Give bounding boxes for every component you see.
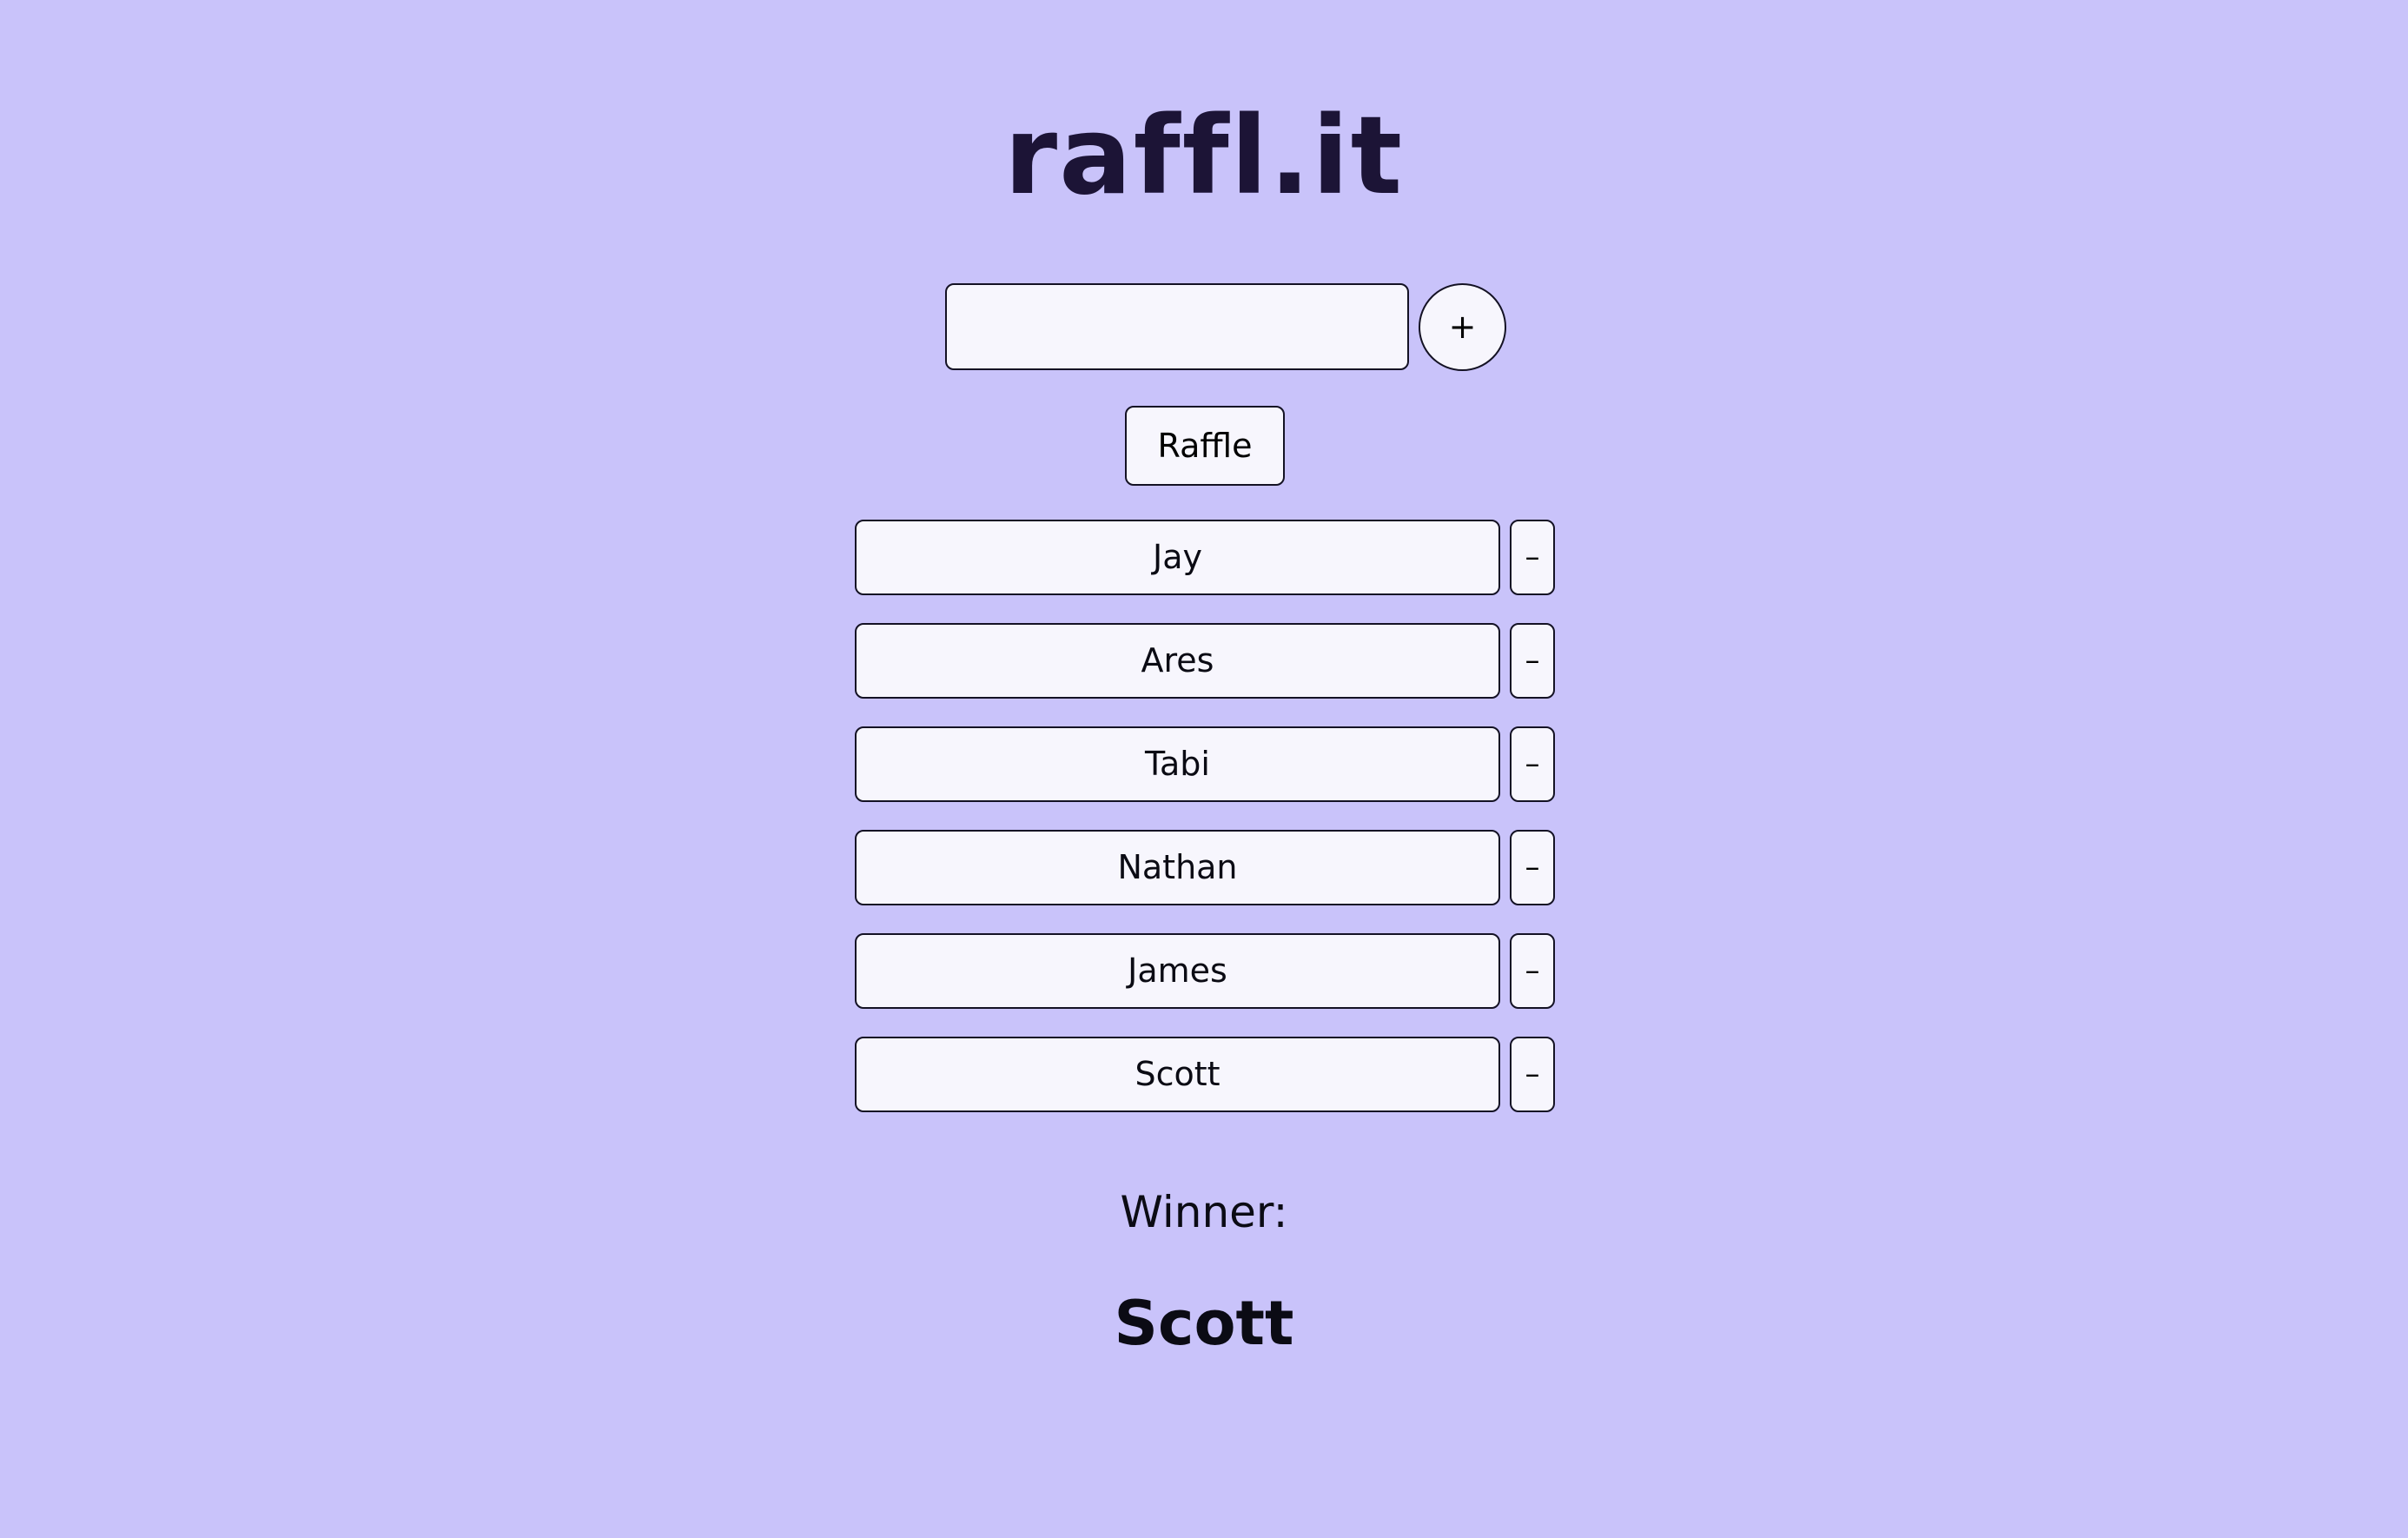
entrant-name: Jay bbox=[855, 520, 1500, 595]
entrant-name-input[interactable] bbox=[945, 283, 1409, 370]
entrant-name: Tabi bbox=[855, 726, 1500, 802]
entrant-list: Jay – Ares – Tabi – Nathan – James – Sco… bbox=[855, 520, 1555, 1140]
remove-entrant-button[interactable]: – bbox=[1510, 623, 1555, 699]
entrant-row: Ares – bbox=[855, 623, 1555, 699]
raffle-button[interactable]: Raffle bbox=[1125, 406, 1285, 486]
entrant-name: Scott bbox=[855, 1037, 1500, 1112]
remove-entrant-button[interactable]: – bbox=[1510, 830, 1555, 905]
winner-label: Winner: bbox=[1120, 1187, 1288, 1237]
winner-name: Scott bbox=[1114, 1288, 1294, 1359]
app-logo: raffl.it bbox=[1003, 94, 1405, 219]
entrant-name: James bbox=[855, 933, 1500, 1009]
entrant-row: Tabi – bbox=[855, 726, 1555, 802]
remove-entrant-button[interactable]: – bbox=[1510, 1037, 1555, 1112]
entrant-row: Scott – bbox=[855, 1037, 1555, 1112]
entrant-name: Ares bbox=[855, 623, 1500, 699]
entrant-row: Nathan – bbox=[855, 830, 1555, 905]
remove-entrant-button[interactable]: – bbox=[1510, 726, 1555, 802]
entrant-row: Jay – bbox=[855, 520, 1555, 595]
entrant-row: James – bbox=[855, 933, 1555, 1009]
add-entrant-button[interactable]: + bbox=[1419, 283, 1506, 371]
remove-entrant-button[interactable]: – bbox=[1510, 520, 1555, 595]
remove-entrant-button[interactable]: – bbox=[1510, 933, 1555, 1009]
entrant-name: Nathan bbox=[855, 830, 1500, 905]
